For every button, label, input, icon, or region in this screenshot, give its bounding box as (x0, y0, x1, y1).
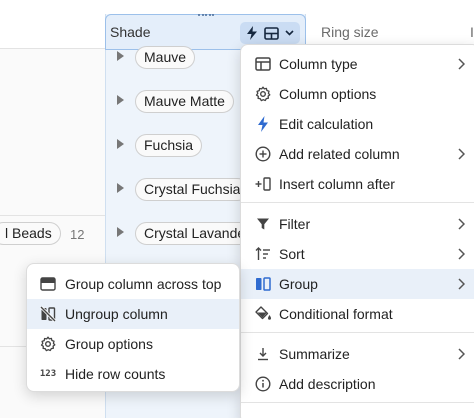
chevron-right-icon (458, 277, 466, 293)
menu-item-label: Hide row counts (65, 366, 166, 382)
menu-item-group[interactable]: Group (241, 269, 474, 299)
ungroup-icon (37, 303, 59, 325)
plus-circle-icon (252, 143, 274, 165)
menu-item-label: Ungroup column (65, 306, 168, 322)
next-column-header-label: I (470, 24, 474, 40)
menu-item-label: Edit calculation (279, 116, 374, 132)
expand-arrow-icon[interactable] (117, 95, 124, 105)
menu-item-label: Add description (279, 376, 376, 392)
menu-item-label: Summarize (279, 346, 350, 362)
filter-icon (252, 213, 274, 235)
shade-chip: Crystal Lavande (135, 222, 255, 245)
menu-item-insert-column-after[interactable]: Insert column after (241, 169, 474, 199)
shade-chip: Mauve (135, 46, 196, 69)
expand-arrow-icon[interactable] (117, 183, 124, 193)
shade-chip: Fuchsia (135, 134, 203, 157)
row-divider (0, 48, 105, 49)
menu-divider (241, 332, 474, 333)
expand-arrow-icon[interactable] (117, 51, 124, 61)
column-type-icon (252, 53, 274, 75)
menu-item-label: Sort (279, 246, 305, 262)
menu-item-column-type[interactable]: Column type (241, 49, 474, 79)
menu-item-label: Group (279, 276, 318, 292)
menu-item-conditional-format[interactable]: Conditional format (241, 299, 474, 329)
group-row-count: 12 (70, 227, 85, 242)
expand-arrow-icon[interactable] (117, 139, 124, 149)
menu-divider (241, 402, 474, 403)
gear-icon (37, 333, 59, 355)
menu-item-add-related-column[interactable]: Add related column (241, 139, 474, 169)
submenu-item-group-options[interactable]: Group options (27, 329, 239, 359)
menu-item-label: Insert column after (279, 176, 395, 192)
insert-column-icon (252, 173, 274, 195)
menu-item-edit-calculation[interactable]: Edit calculation (241, 109, 474, 139)
menu-item-label: Group options (65, 336, 153, 352)
menu-item-label: Group column across top (65, 276, 222, 292)
lightning-icon (252, 113, 274, 135)
submenu-item-ungroup-column[interactable]: Ungroup column (27, 299, 239, 329)
menu-item-label: Column type (279, 56, 358, 72)
chevron-right-icon (458, 217, 466, 233)
expand-arrow-icon[interactable] (117, 227, 124, 237)
summarize-icon (252, 343, 274, 365)
submenu-item-hide-row-counts[interactable]: 123 Hide row counts (27, 359, 239, 389)
shade-chip: Mauve Matte (135, 90, 234, 113)
chevron-right-icon (458, 57, 466, 73)
menu-item-sort[interactable]: Sort (241, 239, 474, 269)
column-drag-handle[interactable] (198, 14, 214, 20)
menu-divider (241, 202, 474, 203)
menu-item-label: Filter (279, 216, 311, 232)
paint-bucket-icon (252, 303, 274, 325)
shade-chip: Crystal Fuchsia (135, 178, 250, 201)
group-value-chip: l Beads (0, 222, 61, 245)
menu-item-add-description[interactable]: Add description (241, 369, 474, 399)
chevron-right-icon (458, 347, 466, 363)
menu-item-label: Conditional format (279, 306, 393, 322)
row-divider (0, 215, 105, 216)
menu-item-filter[interactable]: Filter (241, 209, 474, 239)
group-across-top-icon (37, 273, 59, 295)
group-column-icon (252, 273, 274, 295)
menu-item-column-options[interactable]: Column options (241, 79, 474, 109)
ring-size-header-label: Ring size (321, 24, 379, 40)
group-submenu: Group column across top Ungroup column G… (26, 263, 240, 392)
chevron-right-icon (458, 147, 466, 163)
info-icon (252, 373, 274, 395)
column-menu: Column type Column options Edit calculat… (240, 44, 474, 418)
row-count-icon: 123 (39, 369, 57, 379)
menu-item-label: Add related column (279, 146, 400, 162)
chevron-right-icon (458, 247, 466, 263)
menu-item-summarize[interactable]: Summarize (241, 339, 474, 369)
sort-icon (252, 243, 274, 265)
menu-item-label: Column options (279, 86, 377, 102)
gear-icon (252, 83, 274, 105)
submenu-item-group-across-top[interactable]: Group column across top (27, 269, 239, 299)
